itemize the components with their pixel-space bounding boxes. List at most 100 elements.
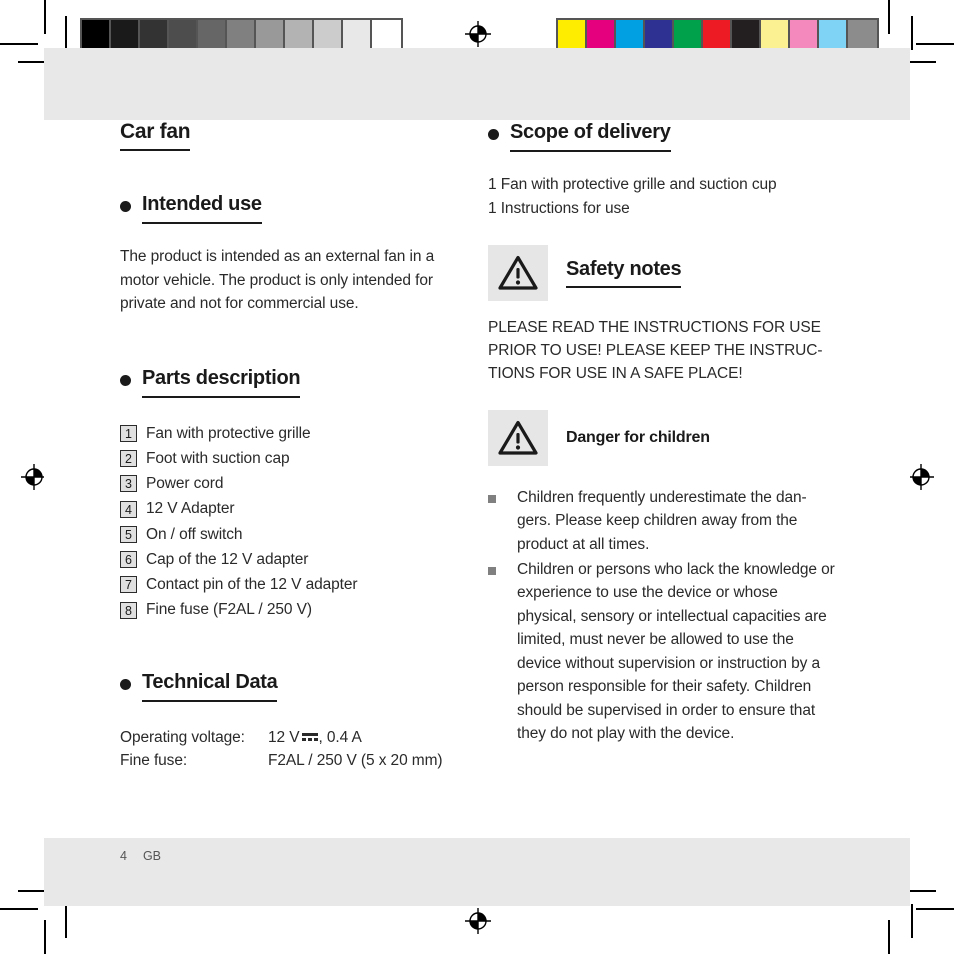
footer-language-code: GB [142,849,162,863]
grayscale-swatch-5 [198,20,227,49]
crop-mark-bottom-right-horizontal [916,908,954,910]
part-label: 12 V Adapter [146,500,235,518]
color-swatch-11 [848,20,877,49]
page-content: Car fan Intended use The product is inte… [44,120,910,838]
grayscale-swatch-7 [256,20,285,49]
crop-mark-bottom-left-vertical [44,920,46,954]
bullet-dot-icon [120,374,131,386]
scope-of-delivery-line: 1 Instructions for use [488,199,630,217]
color-swatch-7 [732,20,761,49]
scope-of-delivery-line: 1 Fan with protective grille and suction… [488,176,777,193]
square-bullet-icon [488,494,496,503]
technical-data-row: Operating voltage: 12 V, 0.4 A [120,726,460,749]
crop-mark-bottom-right-vertical-2 [911,904,913,938]
grayscale-swatch-8 [285,20,314,49]
footer-page-number: 4 [120,849,127,863]
page-header-band [44,48,910,120]
grayscale-swatch-4 [169,20,198,49]
part-label: Fan with protective grille [146,424,311,442]
part-label: Fine fuse (F2AL / 250 V) [146,601,312,619]
crop-mark-top-left-vertical [44,0,46,34]
part-label: On / off switch [146,525,243,543]
parts-list-item: 4 12 V Adapter [120,497,460,520]
parts-list-item: 3 Power cord [120,472,460,495]
crop-mark-top-right-vertical-2 [911,16,913,50]
registration-mark-top [465,21,491,47]
grayscale-swatch-11 [372,20,401,49]
crop-mark-top-right-vertical [888,0,890,34]
section-heading-safety-notes: Safety notes [488,245,840,302]
warning-triangle-icon-box [488,245,548,302]
warning-triangle-icon [498,420,538,455]
page-footer-band [44,838,910,906]
bullet-dot-icon [488,129,499,140]
crop-mark-top-left-horizontal [0,43,38,45]
parts-list-item: 7 Contact pin of the 12 V adapter [120,573,460,596]
crop-mark-top-left-vertical-2 [65,16,67,50]
parts-list-item: 5 On / off switch [120,523,460,546]
parts-list-item: 1 Fan with protective grille [120,422,460,445]
part-label: Contact pin of the 12 V adapter [146,576,358,594]
safety-notes-body: PLEASE READ THE INSTRUCTIONS FOR USE PRI… [488,319,823,382]
bullet-dot-icon [120,201,131,212]
page-title: Car fan [120,120,191,151]
part-label: Foot with suction cap [146,449,290,467]
part-number-badge: 7 [120,576,137,594]
parts-list-item: 2 Foot with suction cap [120,447,460,470]
danger-bullet-item: Children or persons who lack the knowled… [488,558,840,746]
grayscale-swatch-9 [314,20,343,49]
technical-data-value: F2AL / 250 V (5 x 20 mm) [268,751,443,769]
scope-of-delivery-list: 1 Fan with protective grille and suction… [488,173,840,220]
grayscale-swatch-6 [227,20,256,49]
color-swatch-5 [674,20,703,49]
part-number-badge: 3 [120,475,137,493]
technical-data-key: Operating voltage: [120,728,245,746]
warning-triangle-icon-box [488,409,548,466]
danger-for-children-label: Danger for children [566,428,710,446]
intended-use-body: The product is intended as an external f… [120,248,435,313]
part-number-badge: 8 [120,601,137,619]
grayscale-swatch-10 [343,20,372,49]
part-number-badge: 1 [120,424,137,442]
bullet-dot-icon [120,678,131,690]
parts-list-item: 8 Fine fuse (F2AL / 250 V) [120,598,460,621]
part-number-badge: 2 [120,450,137,468]
grayscale-calibration-strip [80,18,403,51]
color-swatch-9 [790,20,819,49]
danger-bullet-item: Children frequently underestimate the da… [488,486,840,557]
technical-data-key: Fine fuse: [120,751,188,769]
grayscale-swatch-3 [140,20,169,49]
technical-data-row: Fine fuse: F2AL / 250 V (5 x 20 mm) [120,749,460,772]
danger-bullet-text: Children or persons who lack the knowled… [517,560,835,743]
danger-for-children-list: Children frequently underestimate the da… [488,486,840,746]
technical-data-value: 12 V, 0.4 A [268,728,362,746]
parts-list-item: 6 Cap of the 12 V adapter [120,548,460,571]
danger-bullet-text: Children frequently underestimate the da… [517,488,807,553]
crop-mark-bottom-right-vertical [888,920,890,954]
square-bullet-icon [488,566,496,575]
section-heading-parts-description: Parts description [120,366,460,398]
crop-mark-top-right-horizontal [916,43,954,45]
registration-mark-right [908,464,934,490]
section-heading-danger-for-children: Danger for children [488,409,840,466]
page-footer: 4 GB [120,849,161,863]
left-column: Car fan Intended use The product is inte… [120,120,460,772]
part-label: Power cord [146,475,224,493]
color-swatch-1 [558,20,587,49]
section-heading-intended-use: Intended use [120,192,460,224]
color-swatch-6 [703,20,732,49]
right-column: Scope of delivery 1 Fan with protective … [488,120,840,747]
color-swatch-8 [761,20,790,49]
technical-data-table: Operating voltage: 12 V, 0.4 A Fine fuse: F… [120,726,460,773]
parts-description-list: 1 Fan with protective grille 2 Foot with su… [120,422,460,622]
part-number-badge: 6 [120,551,137,569]
color-swatch-3 [616,20,645,49]
section-heading-label: Technical Data [142,670,278,702]
section-heading-label: Scope of delivery [510,120,671,152]
grayscale-swatch-1 [82,20,111,49]
section-heading-label: Intended use [142,192,262,224]
crop-mark-bottom-left-horizontal [0,908,38,910]
color-swatch-2 [587,20,616,49]
color-swatch-10 [819,20,848,49]
section-heading-label: Parts description [142,366,301,398]
